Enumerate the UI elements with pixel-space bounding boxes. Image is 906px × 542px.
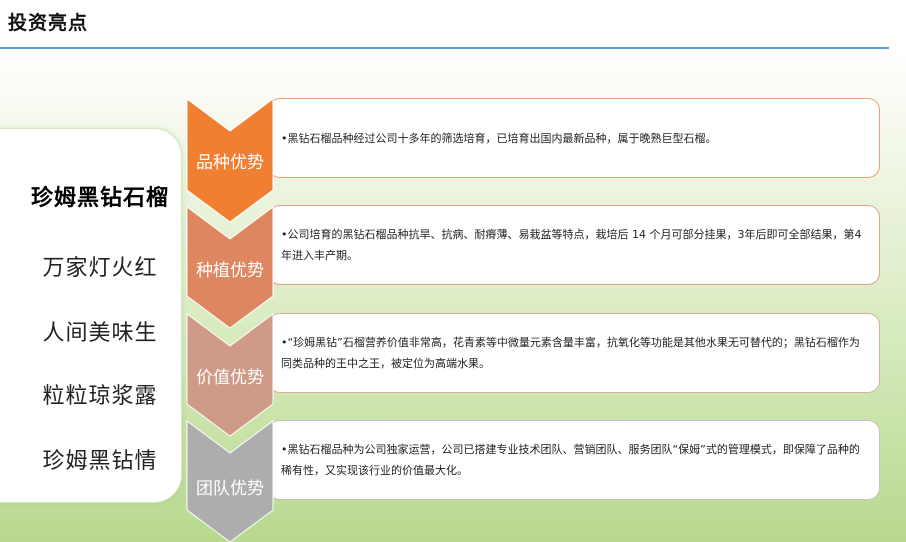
chevron-label-value: 价值优势 — [196, 368, 264, 388]
chevron-column — [186, 98, 274, 542]
chevron-label-planting: 种植优势 — [196, 261, 264, 281]
chevron-label-team: 团队优势 — [196, 479, 264, 499]
chevron-label-variety: 品种优势 — [196, 153, 264, 173]
